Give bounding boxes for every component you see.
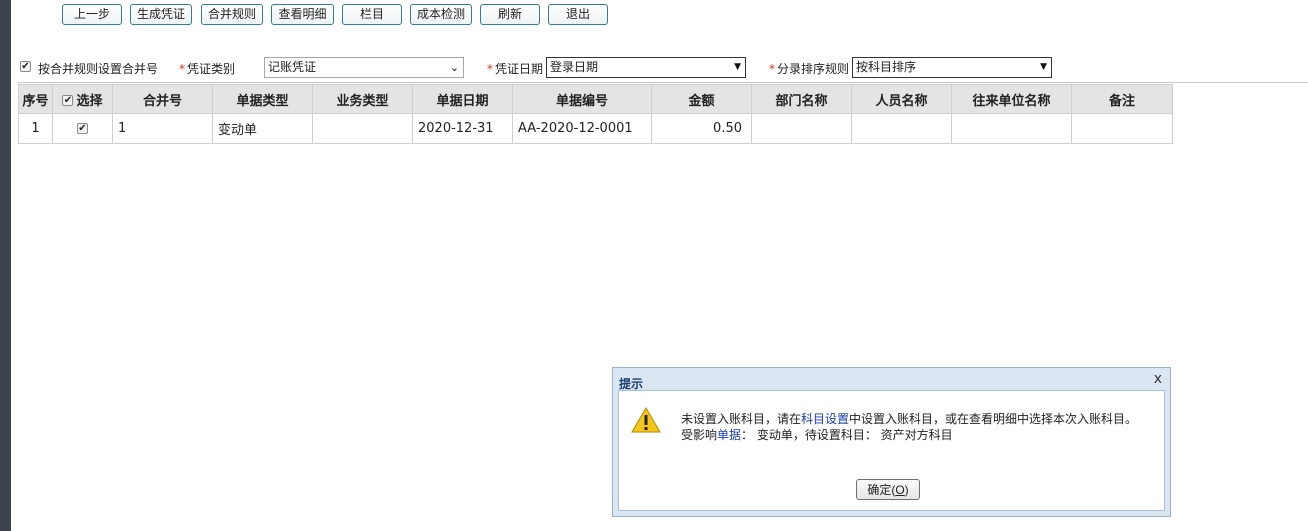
dialog-message-line1: 未设置入账科目，请在科目设置中设置入账科目，或在查看明细中选择本次入账科目。 (681, 412, 1138, 426)
prev-step-button[interactable]: 上一步 (62, 4, 122, 25)
voucher-type-label: * 凭证类别 (179, 62, 236, 76)
entry-sort-value: 按科目排序 (856, 60, 917, 74)
table-row[interactable]: 1 ✔ 1 变动单 2020-12-31 AA-2020-12-0001 0.5… (18, 113, 1173, 144)
header-person: 人员名称 (851, 84, 952, 114)
header-doc-date: 单据日期 (412, 84, 513, 114)
header-doc-type: 单据类型 (212, 84, 313, 114)
cell-partner (951, 113, 1072, 144)
header-partner: 往来单位名称 (951, 84, 1072, 114)
columns-button[interactable]: 栏目 (342, 4, 402, 25)
entry-sort-label: * 分录排序规则 (769, 62, 850, 76)
voucher-date-select[interactable]: 登录日期 ▼ (546, 57, 746, 78)
prompt-dialog: 提示 x 未设置入账科目，请在科目设置中设置入账科目，或在查看明细中选择本次入账… (612, 367, 1171, 517)
cell-amount: 0.50 (651, 113, 752, 144)
exit-button[interactable]: 退出 (548, 4, 608, 25)
close-icon[interactable]: x (1154, 371, 1162, 387)
header-select[interactable]: ✔ 选择 (52, 84, 113, 114)
header-select-label: 选择 (76, 93, 103, 109)
warning-icon (631, 407, 661, 433)
cell-dept (751, 113, 852, 144)
cell-doc-date: 2020-12-31 (412, 113, 513, 144)
merge-by-rule-checkbox[interactable]: ✔ (20, 61, 31, 72)
voucher-date-label: * 凭证日期 (487, 62, 544, 76)
generate-voucher-button[interactable]: 生成凭证 (130, 4, 192, 25)
cell-person (851, 113, 952, 144)
merge-rules-button[interactable]: 合并规则 (201, 4, 263, 25)
row-select-checkbox[interactable]: ✔ (77, 123, 88, 134)
header-amount: 金额 (651, 84, 752, 114)
cell-remark (1071, 113, 1173, 144)
merge-by-rule-label: 按合并规则设置合并号 (38, 62, 159, 76)
divider (18, 82, 1308, 83)
dialog-message-line2: 受影响单据： 变动单，待设置科目： 资产对方科目 (681, 428, 953, 442)
table-header-row: 序号 ✔ 选择 合并号 单据类型 业务类型 单据日期 单据编号 金额 部门名称 … (18, 84, 1173, 114)
header-merge-no: 合并号 (112, 84, 213, 114)
subject-settings-link[interactable]: 科目设置 (801, 412, 849, 426)
header-remark: 备注 (1071, 84, 1173, 114)
document-table: 序号 ✔ 选择 合并号 单据类型 业务类型 单据日期 单据编号 金额 部门名称 … (18, 84, 1173, 144)
dropdown-arrow-icon: ▼ (734, 62, 741, 72)
voucher-date-value: 登录日期 (550, 60, 599, 74)
filter-bar: ✔ 按合并规则设置合并号 * 凭证类别 记账凭证 ⌄ * 凭证日期 登录日期 ▼ *… (0, 56, 1308, 80)
dialog-body: 未设置入账科目，请在科目设置中设置入账科目，或在查看明细中选择本次入账科目。 受… (618, 390, 1165, 511)
entry-sort-select[interactable]: 按科目排序 ▼ (852, 57, 1052, 78)
cell-biz-type (312, 113, 413, 144)
cell-doc-no[interactable]: AA-2020-12-0001 (512, 113, 652, 144)
header-doc-no: 单据编号 (512, 84, 652, 114)
dropdown-arrow-icon: ▼ (1040, 62, 1047, 72)
header-dept: 部门名称 (751, 84, 852, 114)
header-biz-type: 业务类型 (312, 84, 413, 114)
chevron-down-icon: ⌄ (449, 61, 459, 74)
cell-seq: 1 (18, 113, 53, 144)
ok-button[interactable]: 确定(O) (856, 479, 920, 500)
documents-link[interactable]: 单据 (717, 428, 741, 442)
header-seq: 序号 (18, 84, 53, 114)
cost-check-button[interactable]: 成本检测 (410, 4, 472, 25)
cell-doc-type: 变动单 (212, 113, 313, 144)
voucher-type-value: 记账凭证 (268, 60, 317, 74)
view-details-button[interactable]: 查看明细 (271, 4, 334, 25)
refresh-button[interactable]: 刷新 (480, 4, 540, 25)
cell-merge-no[interactable]: 1 (112, 113, 213, 144)
select-all-checkbox[interactable]: ✔ (62, 94, 74, 106)
voucher-type-select[interactable]: 记账凭证 ⌄ (264, 57, 464, 78)
cell-select[interactable]: ✔ (52, 113, 113, 144)
